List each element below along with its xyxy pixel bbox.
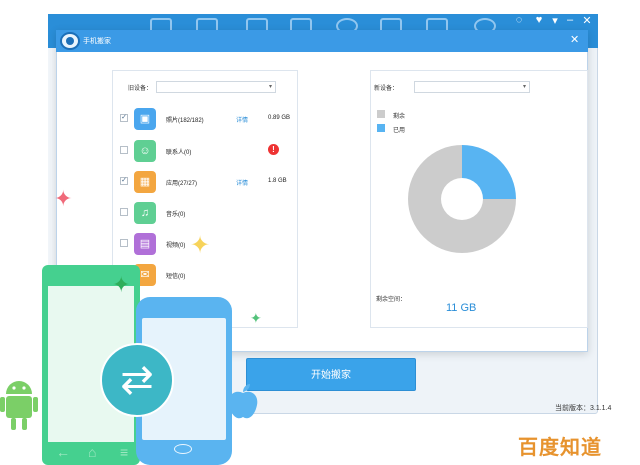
home-button-icon	[174, 444, 192, 454]
item-label: 联系人(0)	[166, 150, 192, 156]
target-device-label: 新设备：	[374, 86, 399, 92]
sparkle-icon: ✦	[112, 272, 131, 297]
heart-icon[interactable]: ♥	[532, 14, 546, 26]
legend-free-label: 剩余	[393, 114, 406, 120]
item-size: 0.89 GB	[268, 115, 291, 121]
details-link[interactable]: 详情	[236, 115, 248, 124]
legend-used-swatch	[377, 124, 385, 132]
details-link[interactable]: 详情	[236, 178, 248, 187]
item-label: 视频(0)	[166, 243, 186, 249]
chevron-down-icon: ▾	[268, 84, 272, 90]
apps-icon: ▦	[134, 171, 156, 193]
watermark: 百度知道	[518, 437, 602, 459]
list-item[interactable]: ♫ 音乐(0)	[118, 202, 296, 224]
checkbox[interactable]	[120, 239, 128, 247]
dialog-title: 手机搬家	[83, 38, 111, 45]
menu-icon: ≡	[120, 444, 129, 460]
sparkle-icon: ✦	[250, 310, 262, 326]
free-space-label: 剩余空间：	[376, 297, 407, 303]
list-item[interactable]: ✓ ▣ 照片(182/182) 详情 0.89 GB	[118, 108, 296, 130]
version-label: 当前版本：3.1.1.4	[555, 405, 612, 412]
warning-icon: !	[268, 144, 279, 155]
home-icon: ⌂	[88, 444, 97, 460]
item-label: 音乐(0)	[166, 212, 186, 218]
music-icon: ♫	[134, 202, 156, 224]
checkbox[interactable]	[120, 208, 128, 216]
sparkle-icon: ✦	[190, 232, 211, 259]
list-item[interactable]: ☺ 联系人(0) !	[118, 140, 296, 162]
sparkle-icon: ✦	[54, 186, 73, 211]
minimize-icon[interactable]: –	[563, 14, 577, 26]
apple-logo-icon	[228, 384, 258, 419]
legend-used-label: 已用	[393, 128, 406, 134]
android-robot-icon	[0, 381, 38, 430]
dialog-title-bar	[56, 30, 588, 52]
checkbox[interactable]: ✓	[120, 177, 128, 185]
photo-icon: ▣	[134, 108, 156, 130]
list-item[interactable]: ✓ ▦ 应用(27/27) 详情 1.8 GB	[118, 171, 296, 193]
item-label: 应用(27/27)	[166, 181, 198, 187]
target-device-select[interactable]: ▾	[414, 81, 530, 93]
back-icon: ←	[56, 444, 70, 460]
item-size: 1.8 GB	[268, 178, 287, 184]
chevron-down-icon: ▾	[522, 84, 526, 90]
item-label: 照片(182/182)	[166, 118, 204, 124]
video-icon: ▤	[134, 233, 156, 255]
checkbox[interactable]	[120, 146, 128, 154]
free-space-value: 11 GB	[446, 302, 477, 314]
item-label: 短信(0)	[166, 274, 186, 280]
settings-icon[interactable]: ◌	[512, 14, 526, 26]
legend-free-swatch	[377, 110, 385, 118]
close-icon[interactable]: ✕	[580, 14, 594, 27]
sync-icon: ⇄	[120, 358, 154, 402]
contacts-icon: ☺	[134, 140, 156, 162]
source-device-label: 旧设备：	[128, 86, 153, 92]
source-device-select[interactable]: ▾	[156, 81, 276, 93]
checkbox[interactable]: ✓	[120, 114, 128, 122]
app-logo-eye	[66, 37, 74, 45]
start-migration-button[interactable]: 开始搬家	[246, 358, 416, 391]
close-icon[interactable]: ✕	[570, 33, 579, 46]
list-item[interactable]: ✉ 短信(0)	[118, 264, 296, 286]
pie-center	[441, 178, 483, 220]
menu-icon[interactable]: ▾	[548, 14, 562, 27]
